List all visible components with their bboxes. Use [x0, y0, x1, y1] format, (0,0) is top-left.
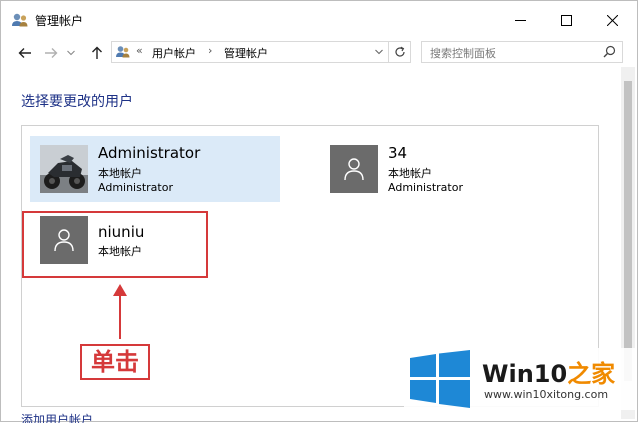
forward-button[interactable]	[41, 43, 61, 63]
back-arrow-icon	[18, 48, 31, 58]
annotation-label: 单击	[91, 348, 139, 376]
account-tile-34[interactable]: 34 本地帐户 Administrator	[320, 136, 570, 202]
user-accounts-icon	[12, 13, 28, 27]
maximize-button[interactable]	[543, 1, 589, 39]
window-title: 管理帐户	[35, 14, 84, 28]
back-button[interactable]	[15, 43, 35, 63]
maximize-icon	[560, 14, 572, 26]
navigation-bar: « 用户帐户 › 管理帐户 搜索控制面板	[1, 39, 637, 67]
close-button[interactable]	[589, 1, 635, 39]
up-button[interactable]	[87, 43, 107, 63]
page-heading: 选择要更改的用户	[21, 94, 133, 110]
watermark: Win10之家 www.win10xitong.com	[404, 348, 636, 410]
user-icon	[344, 158, 364, 181]
watermark-brand: Win10之家	[482, 354, 615, 389]
search-placeholder: 搜索控制面板	[430, 47, 496, 60]
account-role: Administrator	[388, 181, 463, 194]
watermark-url: www.win10xitong.com	[484, 388, 609, 401]
annotation-arrow-icon	[113, 284, 127, 339]
account-type: 本地帐户	[98, 167, 142, 180]
account-role: Administrator	[98, 181, 173, 194]
breadcrumb-manage-accounts[interactable]: 管理帐户	[224, 45, 268, 61]
windows-logo-icon	[410, 350, 470, 408]
forward-arrow-icon	[45, 48, 58, 58]
minimize-button[interactable]	[497, 1, 543, 39]
watermark-brand-accent: 之家	[567, 360, 616, 388]
refresh-icon	[394, 46, 405, 57]
control-panel-icon	[116, 46, 130, 58]
address-overflow-chevron[interactable]: «	[136, 44, 143, 57]
search-icon	[603, 45, 616, 58]
scrollbar-thumb[interactable]	[624, 81, 632, 381]
account-type: 本地帐户	[388, 167, 432, 180]
breadcrumb-separator[interactable]: ›	[208, 44, 212, 57]
minimize-icon	[514, 19, 526, 21]
search-box[interactable]: 搜索控制面板	[421, 41, 623, 63]
add-user-link-partial[interactable]: 添加用户帐户	[21, 411, 93, 423]
up-arrow-icon	[92, 46, 102, 59]
annotation-highlight-box	[22, 211, 208, 278]
account-name: Administrator	[98, 144, 201, 162]
account-picture-default	[330, 145, 378, 193]
title-bar: 管理帐户	[1, 1, 637, 39]
address-history-button[interactable]	[370, 42, 388, 62]
close-icon	[606, 14, 618, 26]
address-bar[interactable]: « 用户帐户 › 管理帐户	[111, 41, 411, 63]
chevron-down-icon	[375, 49, 383, 55]
manage-accounts-window: 管理帐户 « 用户帐户 › 管理帐户 搜索控制面板 选择要更改的用户 Admin…	[0, 0, 638, 423]
recent-locations-button[interactable]	[65, 43, 77, 63]
chevron-down-icon	[67, 50, 75, 56]
watermark-brand-main: Win10	[482, 360, 568, 388]
annotation-label-box: 单击	[80, 344, 150, 380]
account-picture-motorcycle	[40, 145, 88, 193]
refresh-button[interactable]	[388, 42, 410, 62]
breadcrumb-user-accounts[interactable]: 用户帐户	[152, 45, 196, 61]
account-tile-administrator[interactable]: Administrator 本地帐户 Administrator	[30, 136, 280, 202]
account-name: 34	[388, 144, 408, 162]
